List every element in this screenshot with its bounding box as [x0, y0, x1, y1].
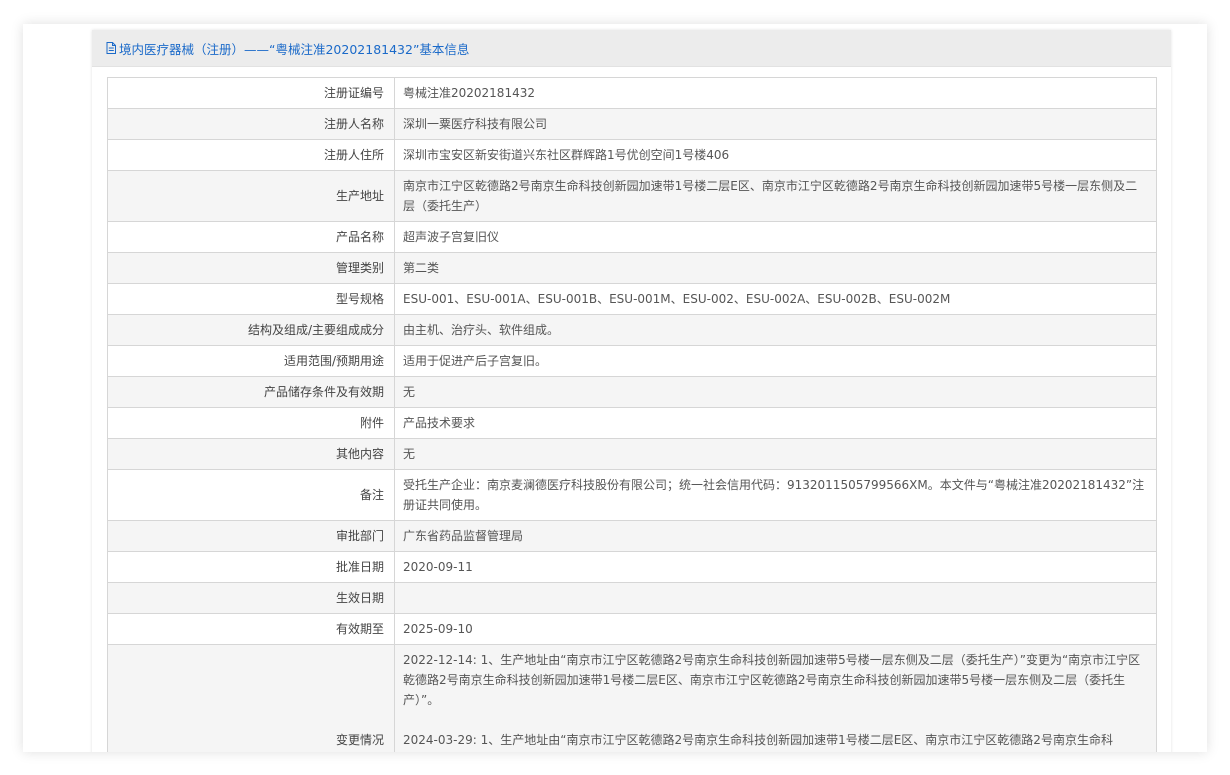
row-label: 适用范围/预期用途	[107, 345, 395, 377]
row-label: 生效日期	[107, 582, 395, 614]
page-frame: 境内医疗器械（注册）——“粤械注准20202181432”基本信息 注册证编号 …	[23, 24, 1207, 752]
row-value	[394, 582, 1157, 614]
table-row: 生产地址 南京市江宁区乾德路2号南京生命科技创新园加速带1号楼二层E区、南京市江…	[107, 170, 1157, 222]
row-label: 审批部门	[107, 520, 395, 552]
row-value: 深圳市宝安区新安街道兴东社区群辉路1号优创空间1号楼406	[394, 139, 1157, 171]
table-row: 型号规格 ESU-001、ESU-001A、ESU-001B、ESU-001M、…	[107, 283, 1157, 315]
table-row: 审批部门 广东省药品监督管理局	[107, 520, 1157, 552]
row-value: 无	[394, 438, 1157, 470]
document-icon	[106, 42, 116, 54]
table-row: 产品储存条件及有效期 无	[107, 376, 1157, 408]
table-row: 备注 受托生产企业：南京麦澜德医疗科技股份有限公司；统一社会信用代码：91320…	[107, 469, 1157, 521]
table-row: 结构及组成/主要组成成分 由主机、治疗头、软件组成。	[107, 314, 1157, 346]
table-row: 附件 产品技术要求	[107, 407, 1157, 439]
change-item: 2022-12-14: 1、生产地址由“南京市江宁区乾德路2号南京生命科技创新园…	[403, 653, 1141, 707]
row-value: 广东省药品监督管理局	[394, 520, 1157, 552]
row-value: 无	[394, 376, 1157, 408]
info-panel: 境内医疗器械（注册）——“粤械注准20202181432”基本信息 注册证编号 …	[92, 30, 1171, 752]
change-item: 2024-03-29: 1、生产地址由“南京市江宁区乾德路2号南京生命科技创新园…	[403, 733, 1113, 747]
row-value: 受托生产企业：南京麦澜德医疗科技股份有限公司；统一社会信用代码：91320115…	[394, 469, 1157, 521]
table-row: 适用范围/预期用途 适用于促进产后子宫复旧。	[107, 345, 1157, 377]
table-row: 注册证编号 粤械注准20202181432	[107, 77, 1157, 109]
row-value: 第二类	[394, 252, 1157, 284]
row-label: 产品名称	[107, 221, 395, 253]
row-label: 备注	[107, 469, 395, 521]
table-row: 产品名称 超声波子宫复旧仪	[107, 221, 1157, 253]
panel-header: 境内医疗器械（注册）——“粤械注准20202181432”基本信息	[92, 30, 1171, 67]
table-row: 生效日期	[107, 582, 1157, 614]
row-label: 结构及组成/主要组成成分	[107, 314, 395, 346]
row-label: 注册人名称	[107, 108, 395, 140]
row-label: 注册人住所	[107, 139, 395, 171]
table-row: 批准日期 2020-09-11	[107, 551, 1157, 583]
row-label: 管理类别	[107, 252, 395, 284]
info-table: 注册证编号 粤械注准20202181432 注册人名称 深圳一粟医疗科技有限公司…	[107, 77, 1157, 752]
row-value: 2025-09-10	[394, 613, 1157, 645]
table-row: 其他内容 无	[107, 438, 1157, 470]
row-label: 变更情况	[107, 644, 395, 752]
table-row: 管理类别 第二类	[107, 252, 1157, 284]
row-value: 由主机、治疗头、软件组成。	[394, 314, 1157, 346]
row-label: 批准日期	[107, 551, 395, 583]
changes-value: 2022-12-14: 1、生产地址由“南京市江宁区乾德路2号南京生命科技创新园…	[394, 644, 1157, 752]
row-label: 有效期至	[107, 613, 395, 645]
table-row-changes: 变更情况 2022-12-14: 1、生产地址由“南京市江宁区乾德路2号南京生命…	[107, 644, 1157, 752]
row-label: 附件	[107, 407, 395, 439]
table-row: 注册人住所 深圳市宝安区新安街道兴东社区群辉路1号优创空间1号楼406	[107, 139, 1157, 171]
row-value: 超声波子宫复旧仪	[394, 221, 1157, 253]
row-label: 注册证编号	[107, 77, 395, 109]
row-label: 产品储存条件及有效期	[107, 376, 395, 408]
row-value: 粤械注准20202181432	[394, 77, 1157, 109]
panel-title: 境内医疗器械（注册）——“粤械注准20202181432”基本信息	[119, 41, 470, 57]
row-label: 生产地址	[107, 170, 395, 222]
table-row: 注册人名称 深圳一粟医疗科技有限公司	[107, 108, 1157, 140]
row-value: ESU-001、ESU-001A、ESU-001B、ESU-001M、ESU-0…	[394, 283, 1157, 315]
row-value: 产品技术要求	[394, 407, 1157, 439]
row-label: 型号规格	[107, 283, 395, 315]
row-value: 深圳一粟医疗科技有限公司	[394, 108, 1157, 140]
table-row: 有效期至 2025-09-10	[107, 613, 1157, 645]
row-value: 南京市江宁区乾德路2号南京生命科技创新园加速带1号楼二层E区、南京市江宁区乾德路…	[394, 170, 1157, 222]
row-value: 2020-09-11	[394, 551, 1157, 583]
row-value: 适用于促进产后子宫复旧。	[394, 345, 1157, 377]
row-label: 其他内容	[107, 438, 395, 470]
